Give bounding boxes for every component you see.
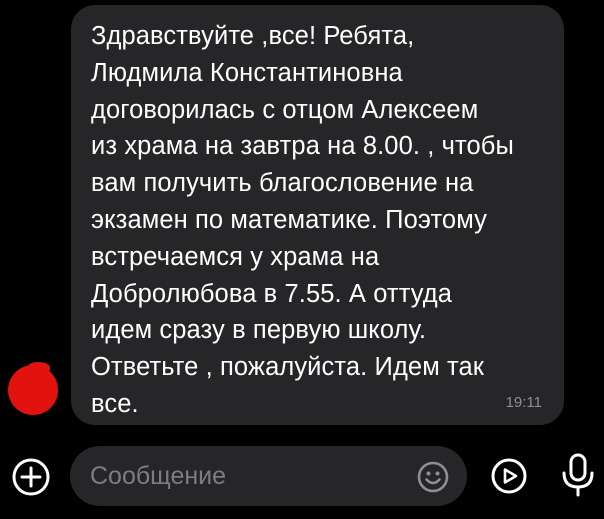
chat-area: Здравствуйте ,все! Ребята, Людмила Конст… bbox=[0, 0, 604, 432]
message-line: Добролюбова в 7.55. А оттуда bbox=[91, 279, 453, 308]
message-timestamp: 19:11 bbox=[505, 394, 542, 411]
message-line: договорилась с отцом Алексеем bbox=[91, 95, 479, 124]
message-line: из храма на завтра на 8.00. , чтобы bbox=[91, 132, 514, 161]
message-line: все. bbox=[91, 389, 139, 418]
message-line: Здравствуйте ,все! Ребята, bbox=[91, 22, 415, 50]
message-line: экзамен по математике. Поэтому bbox=[91, 205, 487, 234]
avatar[interactable] bbox=[8, 362, 58, 415]
microphone-icon[interactable] bbox=[558, 452, 598, 498]
message-composer bbox=[0, 432, 604, 519]
message-bubble[interactable]: Здравствуйте ,все! Ребята, Людмила Конст… bbox=[71, 5, 564, 425]
message-line: вам получить благословение на bbox=[91, 169, 474, 198]
play-circle-icon[interactable] bbox=[490, 457, 528, 495]
smile-icon[interactable] bbox=[416, 460, 450, 494]
message-line: Ответьте , пожалуйста. Идем так bbox=[91, 353, 485, 382]
plus-circle-icon[interactable] bbox=[11, 457, 51, 497]
message-line: Людмила Константиновна bbox=[91, 58, 403, 87]
message-input[interactable] bbox=[90, 446, 410, 506]
message-text: Здравствуйте ,все! Ребята, Людмила Конст… bbox=[91, 18, 561, 423]
message-input-container[interactable] bbox=[70, 446, 467, 506]
message-line: идем сразу в первую школу. bbox=[91, 316, 427, 345]
message-line: встречаемся у храма на bbox=[91, 242, 380, 271]
